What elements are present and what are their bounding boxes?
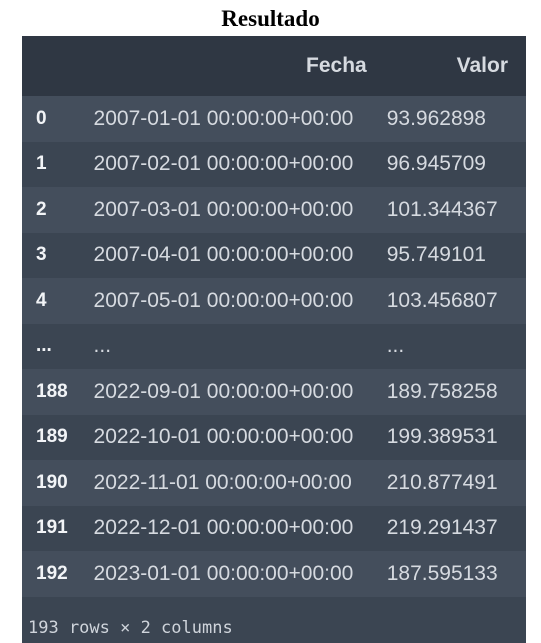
- row-index-cell: 188: [36, 380, 68, 402]
- valor-cell: 210.877491: [386, 470, 498, 494]
- valor-cell: 187.595133: [386, 561, 498, 585]
- fecha-cell: 2022-11-01 00:00:00+00:00: [93, 470, 352, 494]
- row-index-cell: 3: [36, 244, 47, 266]
- fecha-cell: 2007-01-01 00:00:00+00:00: [93, 106, 354, 130]
- index-column-header: [22, 36, 90, 96]
- row-index-cell: 190: [36, 471, 68, 493]
- table-row: 1 2007-02-01 00:00:00+00:00 96.945709: [22, 142, 526, 188]
- fecha-cell: ...: [93, 334, 112, 358]
- fecha-cell: 2007-04-01 00:00:00+00:00: [93, 243, 354, 267]
- row-index-cell: 189: [36, 426, 68, 448]
- valor-cell: 189.758258: [386, 379, 498, 403]
- fecha-cell: 2007-03-01 00:00:00+00:00: [93, 197, 354, 221]
- fecha-cell: 2022-10-01 00:00:00+00:00: [93, 425, 354, 449]
- row-index-cell: 1: [36, 153, 47, 175]
- table-row: 0 2007-01-01 00:00:00+00:00 93.962898: [22, 96, 526, 142]
- valor-cell: ...: [386, 334, 405, 358]
- row-index-cell: 191: [36, 517, 68, 539]
- page-title: Resultado: [221, 6, 320, 31]
- valor-cell: 93.962898: [386, 106, 486, 130]
- valor-cell: 95.749101: [386, 243, 486, 267]
- row-index-cell: ...: [36, 335, 52, 357]
- table-row: 192 2023-01-01 00:00:00+00:00 187.595133: [22, 551, 526, 597]
- row-index-cell: 192: [36, 562, 68, 584]
- table-row: 3 2007-04-01 00:00:00+00:00 95.749101: [22, 233, 526, 279]
- valor-cell: 219.291437: [386, 516, 498, 540]
- fecha-cell: 2022-09-01 00:00:00+00:00: [93, 379, 354, 403]
- valor-cell: 103.456807: [386, 288, 498, 312]
- valor-cell: 101.344367: [386, 197, 498, 221]
- valor-cell: 199.389531: [386, 425, 498, 449]
- table-row: 189 2022-10-01 00:00:00+00:00 199.389531: [22, 415, 526, 461]
- table-row: 4 2007-05-01 00:00:00+00:00 103.456807: [22, 278, 526, 324]
- table-row: .........: [22, 324, 526, 370]
- fecha-cell: 2007-02-01 00:00:00+00:00: [93, 152, 354, 176]
- table-row: 191 2022-12-01 00:00:00+00:00 219.291437: [22, 506, 526, 552]
- row-index-cell: 2: [36, 198, 47, 220]
- fecha-cell: 2022-12-01 00:00:00+00:00: [93, 516, 354, 540]
- table-header-row: Fecha Valor: [22, 36, 526, 96]
- fecha-cell: 2023-01-01 00:00:00+00:00: [93, 561, 354, 585]
- dataframe-output: Fecha Valor 0 2007-01-01 00:00:00+00:00 93…: [22, 36, 526, 643]
- dataframe-shape-footer: 193 rows × 2 columns: [28, 618, 233, 638]
- table-row: 190 2022-11-01 00:00:00+00:00 210.877491: [22, 460, 526, 506]
- valor-cell: 96.945709: [386, 152, 486, 176]
- row-index-cell: 4: [36, 289, 47, 311]
- dataframe-table: Fecha Valor 0 2007-01-01 00:00:00+00:00 93…: [22, 36, 526, 597]
- fecha-cell: 2007-05-01 00:00:00+00:00: [93, 288, 354, 312]
- row-index-cell: 0: [36, 107, 47, 129]
- table-row: 2 2007-03-01 00:00:00+00:00 101.344367: [22, 187, 526, 233]
- table-row: 188 2022-09-01 00:00:00+00:00 189.758258: [22, 369, 526, 415]
- fecha-column-header: Fecha: [306, 54, 367, 77]
- valor-column-header: Valor: [456, 54, 508, 77]
